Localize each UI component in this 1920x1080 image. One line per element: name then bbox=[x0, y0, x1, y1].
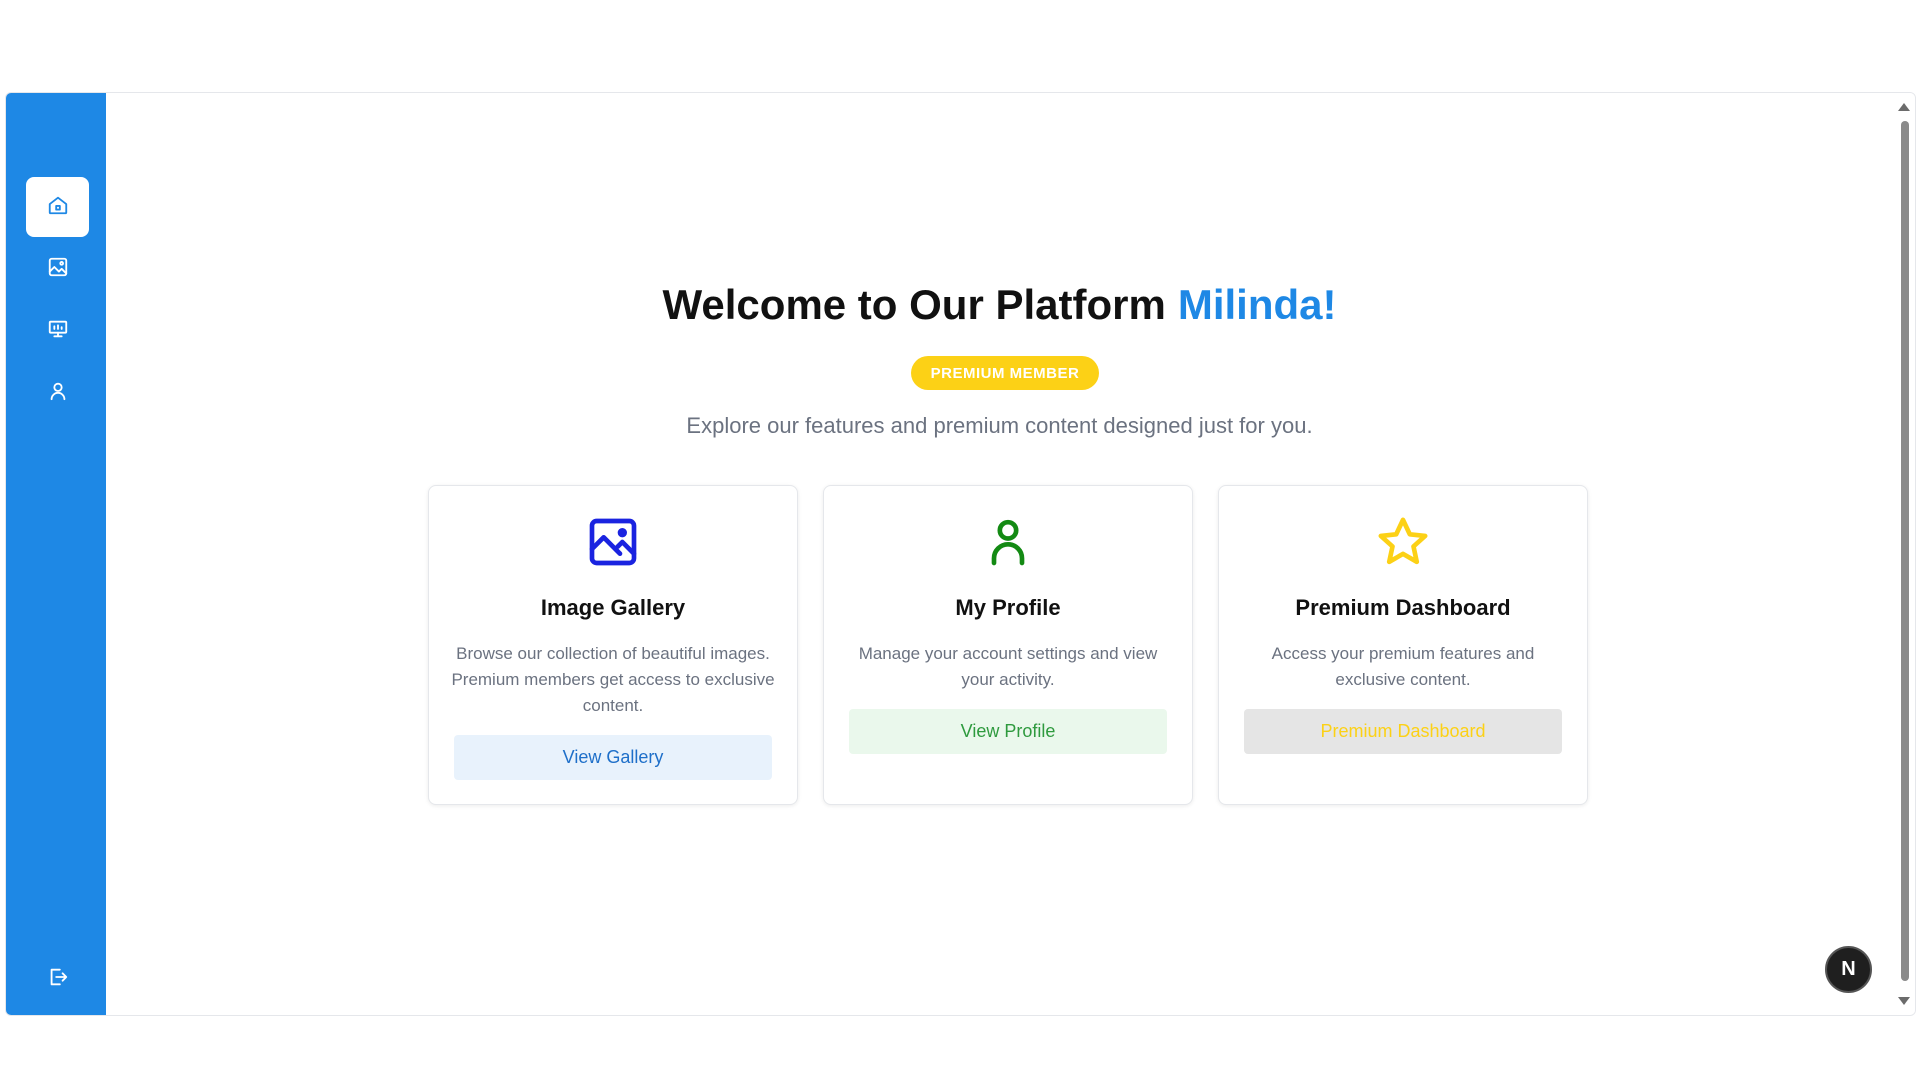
title-text: Welcome to Our Platform bbox=[662, 281, 1166, 328]
logout-button[interactable] bbox=[26, 949, 89, 1009]
image-icon bbox=[585, 514, 641, 570]
card-title: My Profile bbox=[955, 595, 1061, 620]
home-icon bbox=[47, 194, 69, 221]
sidebar-item-profile[interactable] bbox=[26, 363, 89, 423]
card-title: Premium Dashboard bbox=[1295, 595, 1511, 620]
vertical-scrollbar[interactable] bbox=[1893, 93, 1915, 1015]
app-window: Welcome to Our Platform Milinda! PREMIUM … bbox=[5, 92, 1916, 1016]
user-icon bbox=[47, 380, 69, 407]
card-description: Manage your account settings and view yo… bbox=[858, 644, 1158, 689]
user-icon bbox=[980, 514, 1036, 570]
sidebar-item-dashboard[interactable] bbox=[26, 301, 89, 361]
premium-badge: PREMIUM MEMBER bbox=[911, 356, 1099, 390]
page-subtitle: Explore our features and premium content… bbox=[686, 413, 1313, 438]
scroll-up-icon[interactable] bbox=[1898, 103, 1910, 111]
view-gallery-button[interactable]: View Gallery bbox=[454, 735, 772, 780]
card-premium-dashboard: Premium Dashboard Access your premium fe… bbox=[1218, 485, 1588, 805]
sidebar bbox=[6, 93, 106, 1015]
star-icon bbox=[1375, 514, 1431, 570]
card-title: Image Gallery bbox=[540, 595, 686, 620]
sidebar-item-home[interactable] bbox=[26, 177, 89, 237]
card-description: Browse our collection of beautiful image… bbox=[451, 644, 775, 715]
card-my-profile: My Profile Manage your account settings … bbox=[823, 485, 1193, 805]
scroll-down-icon[interactable] bbox=[1898, 997, 1910, 1005]
sidebar-item-gallery[interactable] bbox=[26, 239, 89, 299]
image-icon bbox=[47, 256, 69, 283]
dev-tools-badge[interactable]: N bbox=[1825, 946, 1872, 993]
page-title: Welcome to Our Platform Milinda! bbox=[106, 281, 1893, 329]
premium-dashboard-button[interactable]: Premium Dashboard bbox=[1244, 709, 1562, 754]
logout-icon bbox=[47, 966, 69, 993]
presentation-icon bbox=[47, 318, 69, 345]
card-description: Access your premium features and exclusi… bbox=[1271, 644, 1535, 689]
card-image-gallery: Image Gallery Browse our collection of b… bbox=[428, 485, 798, 805]
user-name: Milinda! bbox=[1177, 281, 1337, 328]
scroll-thumb[interactable] bbox=[1901, 121, 1909, 981]
view-profile-button[interactable]: View Profile bbox=[849, 709, 1167, 754]
main-content: Welcome to Our Platform Milinda! PREMIUM … bbox=[106, 93, 1893, 1015]
